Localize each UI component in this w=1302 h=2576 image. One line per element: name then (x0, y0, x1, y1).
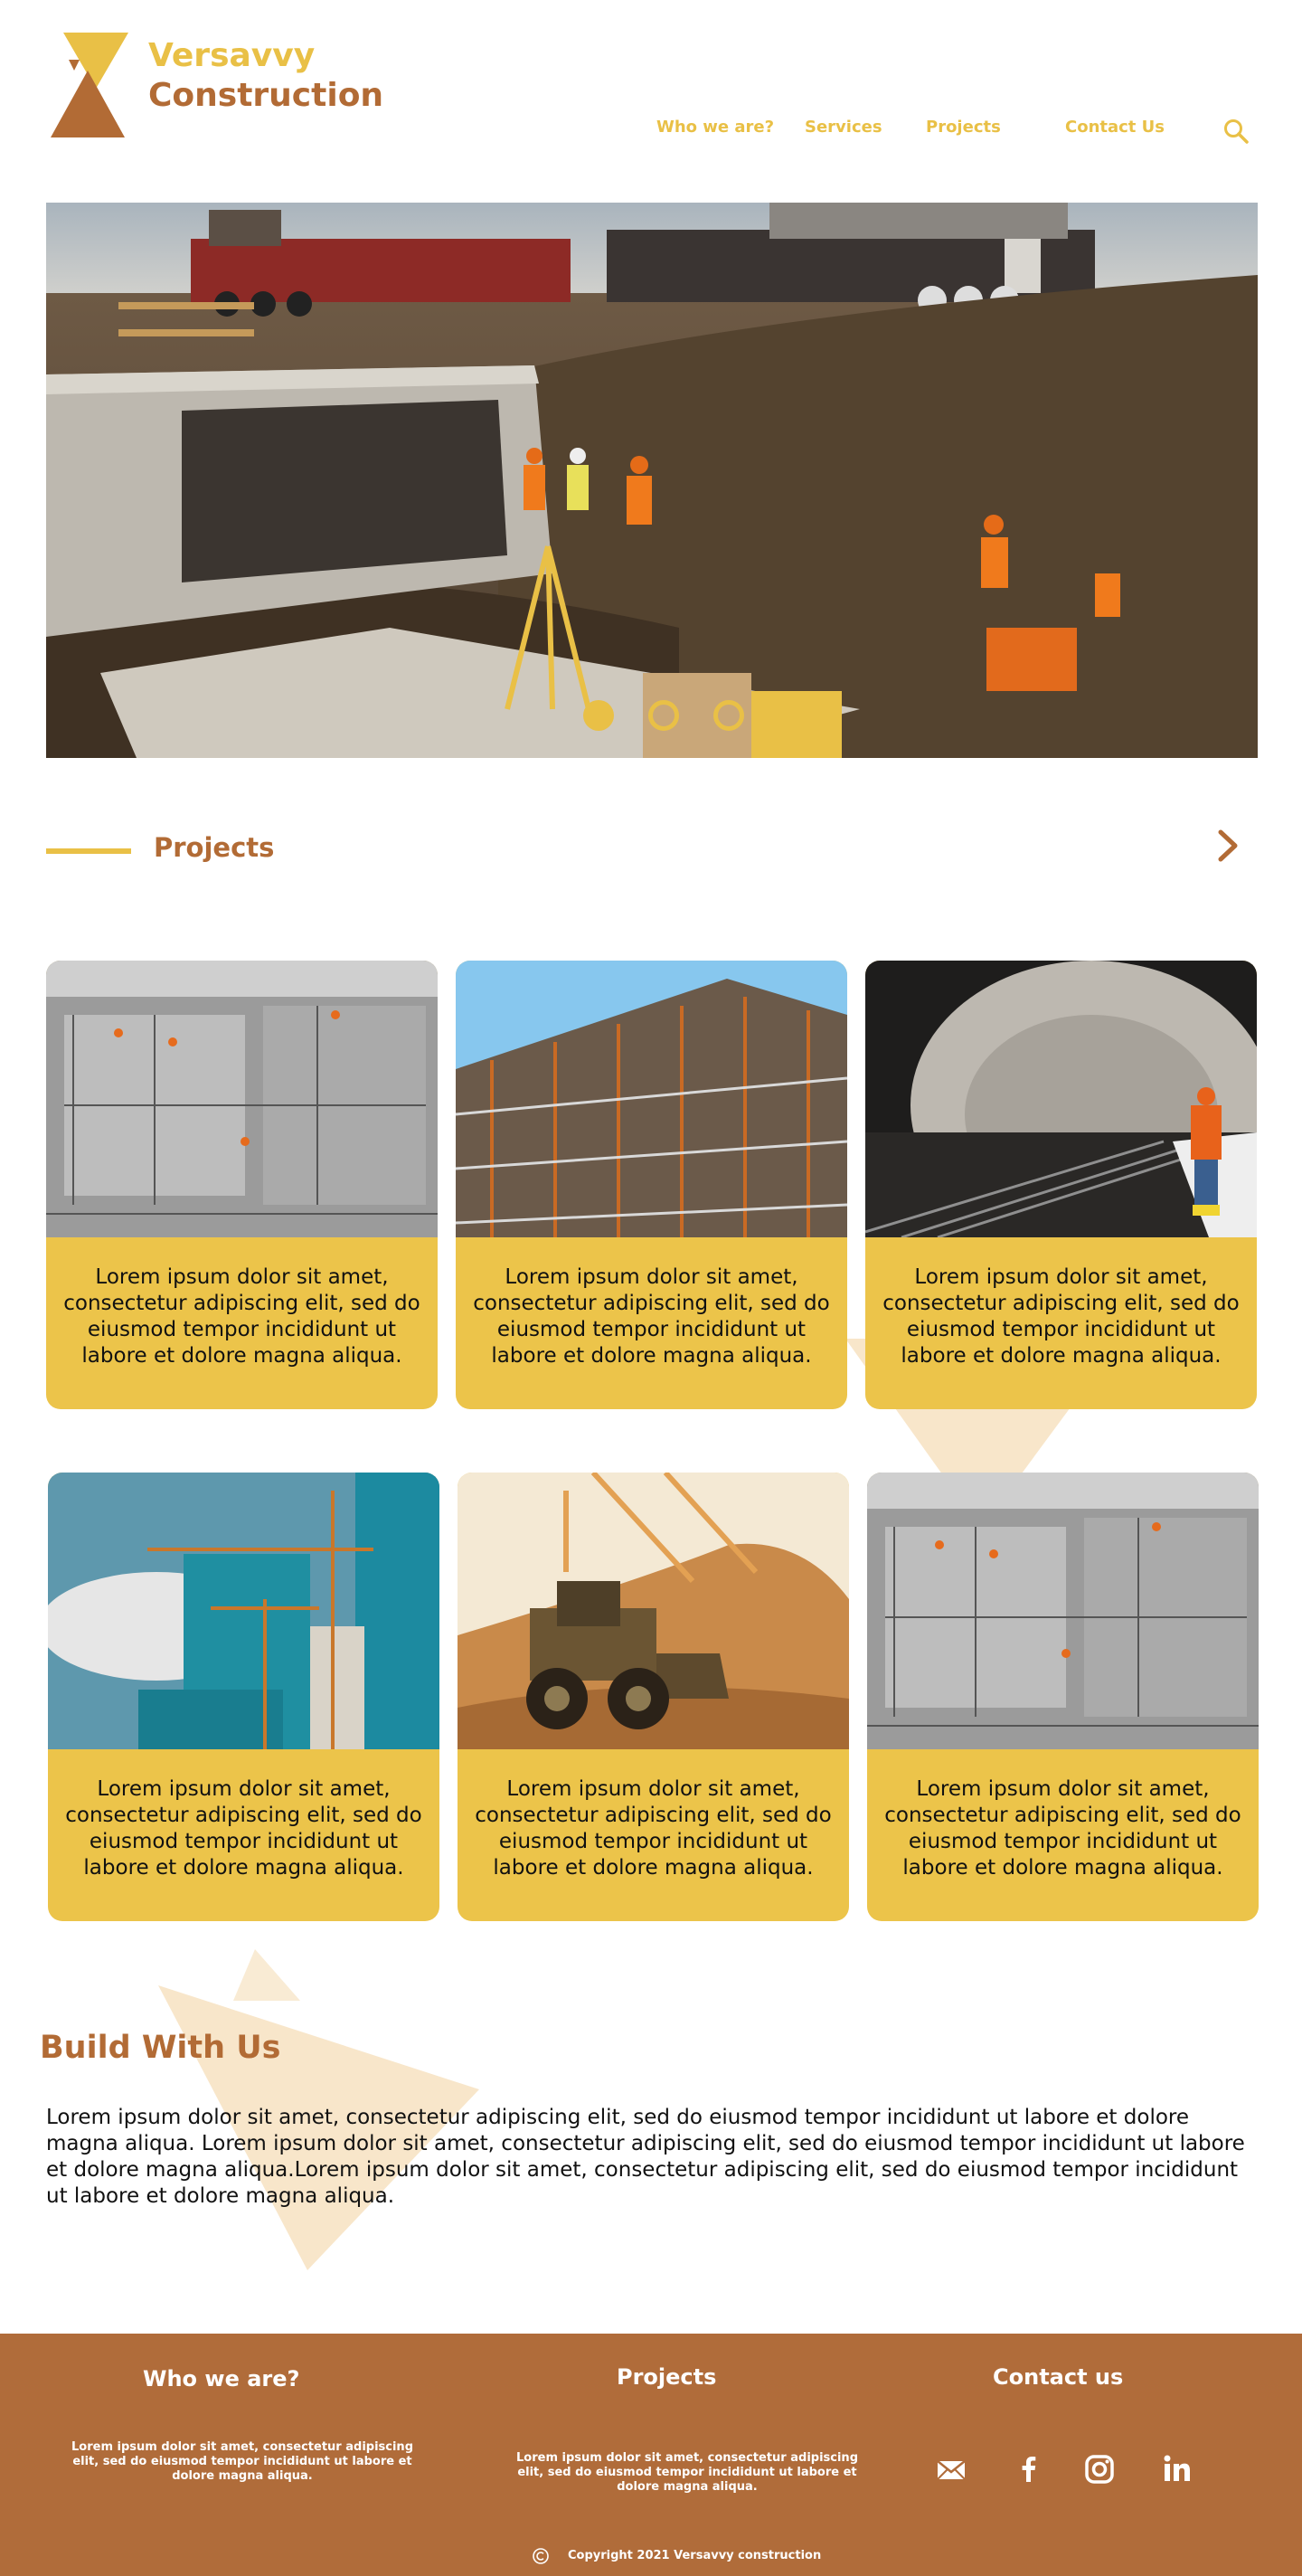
projects-title: Projects (154, 832, 275, 863)
nav-who-we-are[interactable]: Who we are? (656, 118, 774, 137)
project-card-1[interactable]: Lorem ipsum dolor sit amet, consectetur … (46, 961, 438, 1409)
project-card-image (865, 961, 1257, 1237)
nav-services[interactable]: Services (805, 118, 882, 137)
footer-who-we-are-text: Lorem ipsum dolor sit amet, consectetur … (71, 2440, 413, 2483)
project-card-image (456, 961, 847, 1237)
brand-line-1: Versavvy (148, 37, 316, 74)
linkedin-icon[interactable] (1159, 2451, 1195, 2487)
project-card-text: Lorem ipsum dolor sit amet, consectetur … (882, 1265, 1240, 1368)
tower-cranes-photo (48, 1473, 439, 1749)
project-card-text: Lorem ipsum dolor sit amet, consectetur … (884, 1777, 1241, 1880)
project-card-text: Lorem ipsum dolor sit amet, consectetur … (65, 1777, 422, 1880)
carousel-dot-2[interactable] (648, 700, 679, 731)
project-card-2[interactable]: Lorem ipsum dolor sit amet, consectetur … (456, 961, 847, 1409)
tunnel-worker-photo (865, 961, 1257, 1237)
footer-who-we-are-title[interactable]: Who we are? (143, 2366, 299, 2391)
facebook-icon[interactable] (1011, 2451, 1047, 2487)
brand-line-2: Construction (148, 77, 384, 114)
aerial-construction-site-photo (867, 1473, 1259, 1749)
copyright-text: Copyright 2021 Versavvy construction (568, 2549, 822, 2562)
build-with-us-body: Lorem ipsum dolor sit amet, consectetur … (46, 2106, 1245, 2208)
aerial-construction-site-photo (46, 961, 438, 1237)
project-card-4[interactable]: Lorem ipsum dolor sit amet, consectetur … (48, 1473, 439, 1921)
search-icon[interactable] (1222, 118, 1250, 145)
hero-construction-photo (46, 203, 1258, 758)
project-card-image (46, 961, 438, 1237)
brand-name[interactable]: Versavvy Construction (148, 36, 383, 116)
footer-projects-text: Lorem ipsum dolor sit amet, consectetur … (516, 2451, 858, 2494)
footer-contact-us-title[interactable]: Contact us (993, 2364, 1123, 2390)
wheel-loader-photo (458, 1473, 849, 1749)
nav-projects[interactable]: Projects (926, 118, 1001, 137)
main-nav: Who we are? Services Projects Contact Us (0, 118, 1302, 145)
carousel-dot-1[interactable] (583, 700, 614, 731)
hero-carousel[interactable] (46, 203, 1258, 758)
carousel-dot-3[interactable] (713, 700, 744, 731)
footer-projects-title[interactable]: Projects (617, 2364, 716, 2390)
project-card-3[interactable]: Lorem ipsum dolor sit amet, consectetur … (865, 961, 1257, 1409)
mail-icon[interactable] (933, 2451, 969, 2487)
instagram-icon[interactable] (1081, 2451, 1118, 2487)
nav-contact-us[interactable]: Contact Us (1065, 118, 1165, 137)
building-frame-photo (456, 961, 847, 1237)
project-card-5[interactable]: Lorem ipsum dolor sit amet, consectetur … (458, 1473, 849, 1921)
project-card-text: Lorem ipsum dolor sit amet, consectetur … (475, 1777, 832, 1880)
copyright-icon (533, 2548, 549, 2564)
footer: Who we are? Lorem ipsum dolor sit amet, … (0, 2334, 1302, 2576)
project-card-image (867, 1473, 1259, 1749)
project-card-image (458, 1473, 849, 1749)
project-card-text: Lorem ipsum dolor sit amet, consectetur … (63, 1265, 420, 1368)
project-card-text: Lorem ipsum dolor sit amet, consectetur … (473, 1265, 830, 1368)
chevron-right-icon[interactable] (1215, 827, 1241, 865)
build-with-us-title: Build With Us (40, 2030, 281, 2066)
projects-accent-line (46, 848, 131, 854)
project-card-6[interactable]: Lorem ipsum dolor sit amet, consectetur … (867, 1473, 1259, 1921)
project-card-image (48, 1473, 439, 1749)
